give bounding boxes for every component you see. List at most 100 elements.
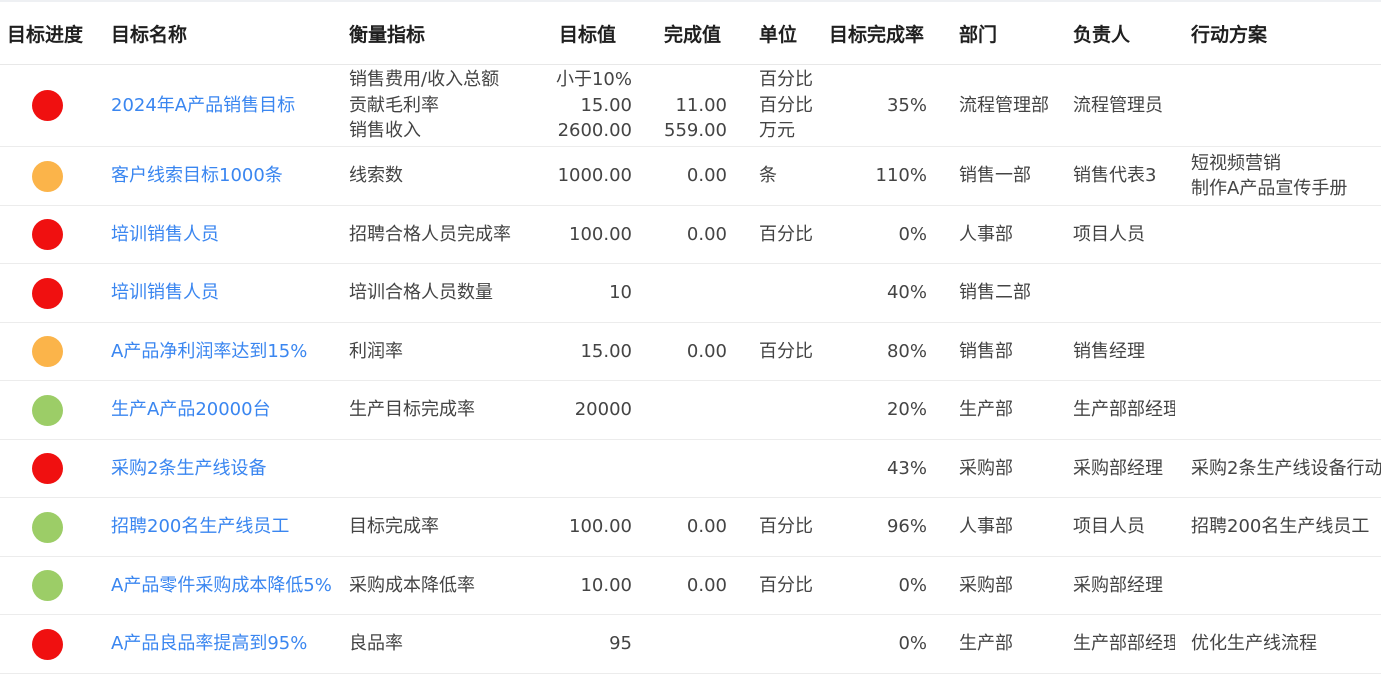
actual-cell	[648, 263, 743, 323]
status-indicator-green	[32, 511, 63, 543]
actual-cell: 0.00	[648, 205, 743, 264]
header-unit[interactable]: 单位	[743, 2, 813, 65]
rows.0.actual-line: 11.00	[675, 94, 727, 116]
rows.0.target-line: 小于10%	[555, 69, 632, 91]
completion-rate-cell: 96%	[813, 497, 943, 557]
header-department[interactable]: 部门	[943, 2, 1057, 65]
rows.7.target-line: 100.00	[569, 516, 632, 538]
rows.5.target-line: 20000	[574, 399, 632, 421]
rows.1.metrics-line: 线索数	[349, 165, 403, 187]
rows.2.unit-line: 百分比	[759, 223, 813, 245]
owner-cell	[1057, 263, 1175, 323]
completion-rate-cell: 43%	[813, 439, 943, 498]
actual-cell: 0.00	[648, 556, 743, 615]
progress-cell	[0, 322, 95, 381]
rows.9.target-line: 95	[609, 633, 632, 655]
table-row[interactable]: 采购2条生产线设备 43% 采购部 采购部经理 采购2条生产线设备行动	[0, 439, 1381, 498]
department-cell: 人事部	[943, 497, 1057, 557]
metric-cell: 招聘合格人员完成率	[333, 205, 543, 264]
table-row[interactable]: 招聘200名生产线员工 目标完成率 100.00 0.00 百分比 96% 人事部 项目人员招…	[0, 497, 1381, 557]
department-cell: 采购部	[943, 439, 1057, 498]
table-row[interactable]: A产品净利润率达到15% 利润率 15.00 0.00 百分比 80% 销售部 销售经理	[0, 322, 1381, 381]
table-row[interactable]: 生产A产品20000台 生产目标完成率 20000 20% 生产部 生产部部经理	[0, 380, 1381, 440]
header-owner[interactable]: 负责人	[1057, 2, 1175, 65]
goal-name-cell: 客户线索目标1000条	[95, 146, 333, 206]
goal-name-link[interactable]: A产品良品率提高到95%	[111, 633, 307, 654]
status-indicator-red	[32, 453, 63, 484]
rows.0.actual-line	[648, 67, 727, 93]
progress-cell	[0, 439, 95, 498]
header-target[interactable]: 目标值	[543, 2, 648, 65]
status-indicator-green	[32, 394, 63, 426]
rows.0.actual-line: 559.00	[664, 120, 727, 142]
rows.1.unit-line: 条	[759, 165, 777, 187]
goal-name-link[interactable]: A产品零件采购成本降低5%	[111, 575, 332, 596]
completion-rate-cell: 80%	[813, 322, 943, 381]
goal-name-link[interactable]: 培训销售人员	[111, 224, 219, 245]
table-row[interactable]: A产品零件采购成本降低5% 采购成本降低率 10.00 0.00 百分比 0% 采购部 采购部…	[0, 556, 1381, 615]
rows.4.actual-line: 0.00	[686, 340, 727, 362]
rows.7.plan-line: 招聘200名生产线员工	[1191, 516, 1370, 538]
header-progress[interactable]: 目标进度	[0, 2, 95, 65]
action-plan-cell	[1175, 64, 1381, 147]
owner-cell: 采购部经理	[1057, 556, 1175, 615]
action-plan-cell: 采购2条生产线设备行动	[1175, 439, 1381, 498]
metric-cell: 生产目标完成率	[333, 380, 543, 440]
rows.8.target-line: 10.00	[580, 574, 632, 596]
rows.0.target-line: 15.00	[580, 94, 632, 116]
goal-name-link[interactable]: 生产A产品20000台	[111, 399, 271, 420]
rows.0.metrics-line: 贡献毛利率	[349, 94, 439, 116]
rows.6.unit-line	[759, 456, 813, 482]
progress-cell	[0, 146, 95, 206]
table-row[interactable]: 客户线索目标1000条 线索数 1000.00 0.00 条 110% 销售一部 销售代表3 短…	[0, 146, 1381, 206]
action-plan-cell	[1175, 556, 1381, 615]
rows.2.actual-line: 0.00	[686, 223, 727, 245]
department-cell: 生产部	[943, 380, 1057, 440]
header-rate[interactable]: 目标完成率	[813, 2, 943, 65]
header-action-plan[interactable]: 行动方案	[1175, 2, 1381, 65]
rows.3.metrics-line: 培训合格人员数量	[349, 282, 493, 304]
unit-cell	[743, 380, 813, 440]
goal-name-cell: 2024年A产品销售目标	[95, 64, 333, 147]
rows.7.unit-line: 百分比	[759, 516, 813, 538]
header-metric[interactable]: 衡量指标	[333, 2, 543, 65]
status-indicator-green	[32, 570, 63, 601]
goal-name-link[interactable]: 2024年A产品销售目标	[111, 95, 295, 116]
rows.8.metrics-line: 采购成本降低率	[349, 574, 475, 596]
department-cell: 采购部	[943, 556, 1057, 615]
progress-cell	[0, 64, 95, 147]
status-indicator-red	[32, 628, 63, 660]
rows.3.target-line: 10	[609, 282, 632, 304]
action-plan-cell	[1175, 205, 1381, 264]
goal-name-cell: A产品零件采购成本降低5%	[95, 556, 333, 615]
metric-cell: 良品率	[333, 614, 543, 674]
header-actual[interactable]: 完成值	[648, 2, 743, 65]
goal-name-cell: 招聘200名生产线员工	[95, 497, 333, 557]
rows.4.unit-line: 百分比	[759, 340, 813, 362]
goal-name-link[interactable]: 采购2条生产线设备	[111, 458, 266, 479]
goal-name-link[interactable]: 客户线索目标1000条	[111, 165, 283, 186]
table-row[interactable]: 培训销售人员 招聘合格人员完成率 100.00 0.00 百分比 0% 人事部 项目人员	[0, 205, 1381, 264]
target-cell: 100.00	[543, 497, 648, 557]
completion-rate-cell: 0%	[813, 205, 943, 264]
target-cell: 95	[543, 614, 648, 674]
goal-name-link[interactable]: A产品净利润率达到15%	[111, 341, 307, 362]
table-row[interactable]: A产品良品率提高到95% 良品率 95 0% 生产部 生产部部经理 优化生产线流程	[0, 614, 1381, 674]
rows.6.metrics-line	[349, 456, 543, 482]
department-cell: 销售二部	[943, 263, 1057, 323]
goal-name-link[interactable]: 招聘200名生产线员工	[111, 516, 289, 537]
action-plan-cell	[1175, 263, 1381, 323]
rows.9.plan-line: 优化生产线流程	[1191, 633, 1317, 655]
action-plan-cell: 招聘200名生产线员工	[1175, 497, 1381, 557]
goal-name-cell: 培训销售人员	[95, 205, 333, 264]
goal-name-link[interactable]: 培训销售人员	[111, 282, 219, 303]
owner-cell: 项目人员	[1057, 497, 1175, 557]
target-cell	[543, 439, 648, 498]
rows.1.plan-line: 制作A产品宣传手册	[1191, 178, 1348, 199]
rows.5.actual-line	[648, 397, 727, 423]
department-cell: 生产部	[943, 614, 1057, 674]
goals-table: 目标进度 目标名称 衡量指标 目标值 完成值 单位 目标完成率 部门 负责人 行…	[0, 2, 1381, 674]
header-name[interactable]: 目标名称	[95, 2, 333, 65]
table-row[interactable]: 培训销售人员 培训合格人员数量 10 40% 销售二部	[0, 263, 1381, 323]
table-row[interactable]: 2024年A产品销售目标 销售费用/收入总额 贡献毛利率 销售收入 小于10% 15.00…	[0, 64, 1381, 147]
